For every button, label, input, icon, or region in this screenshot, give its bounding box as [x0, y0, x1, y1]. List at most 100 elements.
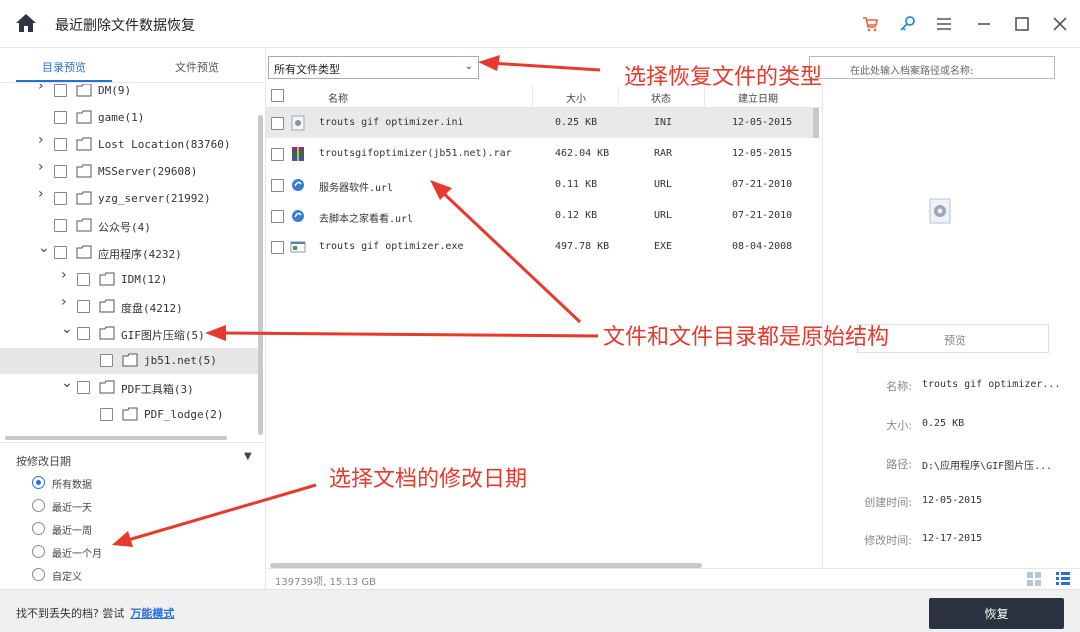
tree-item[interactable]: › DM(9) — [0, 84, 262, 104]
tree-item-label: 应用程序(4232) — [98, 248, 182, 261]
folder-icon — [76, 164, 92, 178]
file-row-checkbox[interactable] — [271, 117, 284, 130]
file-type-select[interactable]: 所有文件类型 ⌄ — [268, 56, 479, 79]
file-row[interactable]: 服务器软件.url 0.11 KB URL 07-21-2010 — [266, 170, 814, 200]
chevron-right-icon[interactable]: › — [38, 160, 48, 174]
radio-button[interactable] — [32, 499, 45, 512]
url-file-icon — [292, 210, 304, 222]
chevron-down-icon[interactable]: ⌄ — [61, 376, 73, 390]
property-label: 创建时间: — [864, 496, 912, 509]
list-vertical-scrollbar[interactable] — [813, 108, 819, 138]
chevron-down-icon[interactable]: ⌄ — [38, 241, 50, 255]
key-icon[interactable] — [895, 12, 919, 36]
file-row-checkbox[interactable] — [271, 148, 284, 161]
tree-item-label: game(1) — [98, 111, 145, 124]
tree-item[interactable]: game(1) — [0, 105, 262, 131]
home-icon[interactable] — [14, 12, 38, 34]
date-option-label: 自定义 — [52, 572, 82, 583]
column-date[interactable]: 建立日期 — [738, 90, 778, 105]
recover-button[interactable]: 恢复 — [929, 598, 1064, 629]
annotation-structure: 文件和文件目录都是原始结构 — [603, 325, 890, 350]
column-size[interactable]: 大小 — [566, 90, 586, 105]
chevron-right-icon[interactable]: › — [38, 84, 48, 93]
active-tab-indicator — [16, 80, 112, 82]
tree-item-checkbox[interactable] — [54, 165, 67, 178]
radio-button[interactable] — [32, 476, 45, 489]
tree-item[interactable]: 公众号(4) — [0, 213, 262, 239]
tree-item-checkbox[interactable] — [54, 192, 67, 205]
tree-item[interactable]: › yzg_server(21992) — [0, 186, 262, 212]
rar-file-icon — [292, 147, 304, 161]
file-name: troutsgifoptimizer(jb51.net).rar — [319, 148, 512, 159]
status-divider — [266, 568, 1080, 569]
chevron-right-icon[interactable]: › — [38, 133, 48, 147]
list-view-icon[interactable] — [1056, 572, 1070, 586]
tree-item-checkbox[interactable] — [100, 354, 113, 367]
property-value: D:\应用程序\GIF图片压... — [922, 461, 1053, 472]
folder-icon — [76, 137, 92, 151]
tree-item-checkbox[interactable] — [77, 273, 90, 286]
item-count-status: 139739项, 15.13 GB — [275, 577, 376, 588]
chevron-right-icon[interactable]: › — [61, 268, 71, 282]
tree-item[interactable]: › MSServer(29608) — [0, 159, 262, 185]
tree-item-checkbox[interactable] — [54, 138, 67, 151]
close-icon[interactable] — [1048, 12, 1072, 36]
tab-file-preview[interactable]: 文件预览 — [175, 59, 219, 75]
tree-item-checkbox[interactable] — [77, 381, 90, 394]
select-all-checkbox[interactable] — [271, 89, 284, 102]
menu-icon[interactable] — [932, 12, 956, 36]
minimize-icon[interactable] — [972, 12, 996, 36]
file-row[interactable]: trouts gif optimizer.exe 497.78 KB EXE 08-0… — [266, 232, 814, 262]
radio-button[interactable] — [32, 545, 45, 558]
tree-item[interactable]: › IDM(12) — [0, 267, 262, 293]
bottom-bar: 找不到丢失的档? 尝试 万能模式 恢复 — [0, 589, 1080, 632]
universal-mode-link[interactable]: 万能模式 — [130, 607, 174, 620]
tree-item[interactable]: ⌄ PDF工具箱(3) — [0, 375, 262, 401]
tree-item-label: jb51.net(5) — [144, 354, 217, 367]
tree-item-checkbox[interactable] — [77, 300, 90, 313]
tree-item[interactable]: › 度盘(4212) — [0, 294, 262, 320]
folder-icon — [99, 299, 115, 313]
radio-button[interactable] — [32, 568, 45, 581]
chevron-right-icon[interactable]: › — [38, 187, 48, 201]
column-status[interactable]: 状态 — [651, 90, 671, 105]
tree-item[interactable]: PDF_lodge(2) — [0, 402, 262, 428]
chevron-down-icon[interactable]: ▼ — [244, 451, 252, 462]
tree-item-checkbox[interactable] — [100, 408, 113, 421]
tree-horizontal-scrollbar[interactable] — [5, 436, 227, 440]
tree-item[interactable]: ⌄ 应用程序(4232) — [0, 240, 262, 266]
chevron-down-icon[interactable]: ⌄ — [61, 322, 73, 336]
file-created-date: 07-21-2010 — [732, 210, 793, 221]
tree-item-checkbox[interactable] — [54, 111, 67, 124]
file-size: 0.12 KB — [555, 210, 598, 221]
file-row[interactable]: 去脚本之家看看.url 0.12 KB URL 07-21-2010 — [266, 201, 814, 231]
tree-item-checkbox[interactable] — [54, 246, 67, 259]
date-option-label: 所有数据 — [52, 480, 92, 491]
date-filter-panel: 按修改日期 ▼ 所有数据 最近一天 最近一周 最近一个月 自定义 — [0, 442, 265, 588]
file-row[interactable]: trouts gif optimizer.ini 0.25 KB INI 12-05-… — [266, 108, 814, 138]
tree-item-checkbox[interactable] — [54, 84, 67, 97]
cart-icon[interactable] — [858, 12, 882, 36]
chevron-right-icon[interactable]: › — [61, 295, 71, 309]
maximize-icon[interactable] — [1010, 12, 1034, 36]
file-name: 去脚本之家看看.url — [319, 214, 414, 225]
tree-item[interactable]: › Lost Location(83760) — [0, 132, 262, 158]
file-type: URL — [654, 210, 673, 221]
tree-item-checkbox[interactable] — [77, 327, 90, 340]
tree-item-checkbox[interactable] — [54, 219, 67, 232]
tree-item[interactable]: jb51.net(5) — [0, 348, 262, 374]
tree-item[interactable]: ⌄ GIF图片压缩(5) — [0, 321, 262, 347]
search-input[interactable]: 在此处输入档案路径或名称: — [809, 56, 1055, 79]
file-row-checkbox[interactable] — [271, 210, 284, 223]
file-row-checkbox[interactable] — [271, 179, 284, 192]
grid-view-icon[interactable] — [1027, 572, 1041, 586]
tree-vertical-scrollbar[interactable] — [258, 115, 263, 435]
column-name[interactable]: 名称 — [328, 90, 348, 105]
file-row-checkbox[interactable] — [271, 241, 284, 254]
file-row[interactable]: troutsgifoptimizer(jb51.net).rar 462.04 K… — [266, 139, 814, 169]
file-created-date: 07-21-2010 — [732, 179, 793, 190]
tree-item-label: Lost Location(83760) — [98, 138, 231, 151]
folder-tree: › DM(9) game(1) › Lost Location(83760) › MSSer… — [0, 84, 262, 438]
tab-directory-preview[interactable]: 目录预览 — [42, 59, 86, 75]
radio-button[interactable] — [32, 522, 45, 535]
